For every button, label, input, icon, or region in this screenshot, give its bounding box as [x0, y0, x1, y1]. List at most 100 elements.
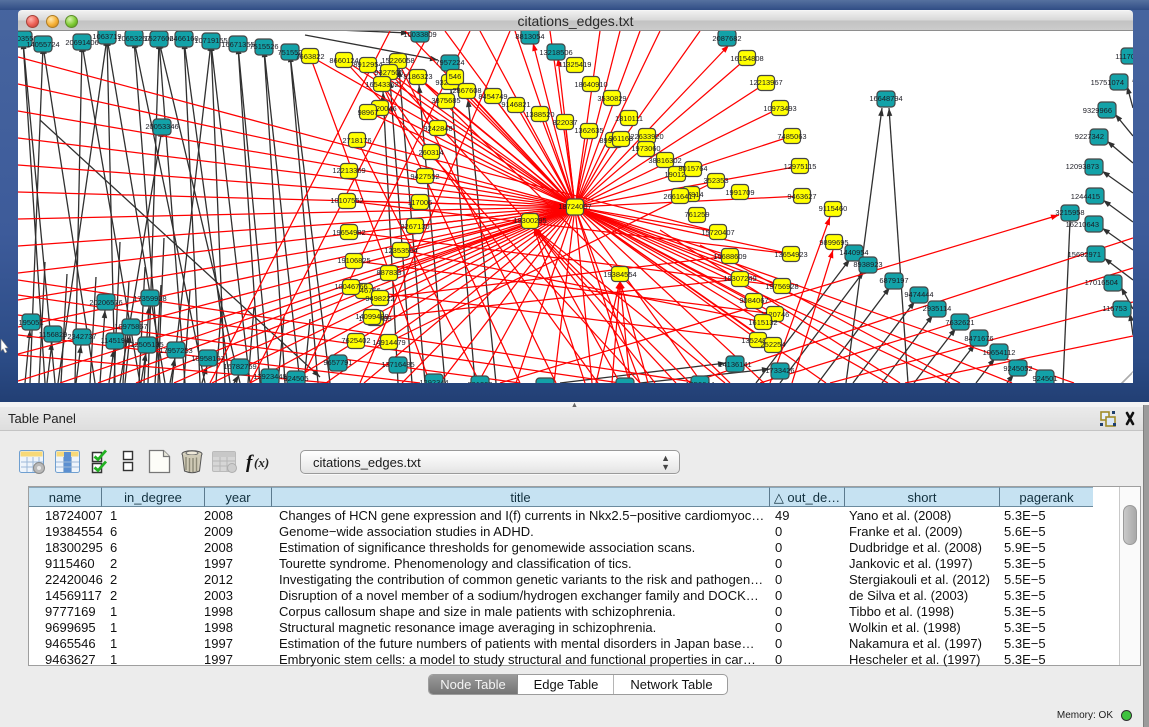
svg-text:2935114: 2935114: [923, 304, 952, 313]
svg-text:19654982: 19654982: [332, 228, 365, 237]
svg-text:260314: 260314: [418, 148, 443, 157]
svg-text:8813054: 8813054: [515, 32, 544, 41]
svg-text:13716485: 13716485: [381, 360, 414, 369]
svg-text:19756928: 19756928: [765, 282, 798, 291]
svg-text:9146821: 9146821: [501, 100, 530, 109]
svg-text:38816302: 38816302: [648, 156, 681, 165]
svg-text:9084067: 9084067: [739, 296, 768, 305]
svg-text:15692971: 15692971: [1068, 250, 1101, 259]
svg-text:98967: 98967: [358, 108, 379, 117]
svg-text:19384554: 19384554: [603, 270, 636, 279]
svg-text:16210643: 16210643: [1066, 220, 1099, 229]
svg-text:(x): (x): [254, 455, 269, 470]
svg-text:16033809: 16033809: [403, 31, 436, 39]
svg-text:6879197: 6879197: [879, 276, 908, 285]
svg-text:7632621: 7632621: [945, 318, 974, 327]
svg-text:1810111: 1810111: [615, 114, 643, 123]
svg-text:1388520: 1388520: [525, 110, 554, 119]
svg-text:887833: 887833: [376, 268, 401, 277]
svg-text:1615132: 1615132: [748, 318, 777, 327]
svg-text:1440954: 1440954: [839, 248, 868, 257]
svg-text:12093873: 12093873: [1066, 162, 1099, 171]
svg-text:13218506: 13218506: [539, 48, 572, 57]
svg-text:17957253: 17957253: [159, 346, 192, 355]
svg-text:18300295: 18300295: [513, 216, 546, 225]
svg-text:14136141: 14136141: [718, 360, 751, 369]
svg-text:2342737: 2342737: [67, 332, 96, 341]
svg-text:12213369: 12213369: [332, 166, 365, 175]
svg-text:8938923: 8938923: [853, 260, 882, 269]
svg-text:12213967: 12213967: [749, 78, 782, 87]
svg-text:1156829: 1156829: [39, 330, 68, 339]
svg-text:9115460: 9115460: [819, 204, 848, 213]
svg-text:9227342: 9227342: [1075, 132, 1104, 141]
svg-text:16648794: 16648794: [869, 94, 902, 103]
svg-text:11325419: 11325419: [559, 60, 592, 69]
svg-text:10688609: 10688609: [713, 252, 746, 261]
svg-text:10107552: 10107552: [330, 196, 363, 205]
svg-text:9474444: 9474444: [904, 290, 933, 299]
svg-text:7663822: 7663822: [295, 52, 324, 61]
svg-text:15226058: 15226058: [381, 56, 414, 65]
svg-text:1733426: 1733426: [765, 366, 794, 375]
svg-text:7625402: 7625402: [341, 336, 370, 345]
svg-text:7957224: 7957224: [435, 58, 464, 67]
svg-text:7515526: 7515526: [249, 42, 278, 51]
svg-text:10654112: 10654112: [983, 348, 1016, 357]
svg-text:16782759: 16782759: [223, 362, 256, 371]
svg-text:9329966: 9329966: [1083, 106, 1112, 115]
svg-text:12353554: 12353554: [384, 246, 417, 255]
svg-text:8267130: 8267130: [400, 222, 429, 231]
svg-text:9463627: 9463627: [787, 192, 816, 201]
svg-text:3875685: 3875685: [431, 96, 460, 105]
svg-text:1244415: 1244415: [1071, 192, 1100, 201]
svg-text:546: 546: [449, 72, 462, 81]
svg-text:13654923: 13654923: [774, 250, 807, 259]
svg-text:9242848: 9242848: [423, 124, 452, 133]
svg-text:14055724: 14055724: [26, 40, 59, 49]
svg-text:18724007: 18724007: [558, 202, 591, 211]
svg-text:104522: 104522: [612, 382, 637, 383]
svg-text:117006: 117006: [408, 198, 432, 207]
svg-text:2718176: 2718176: [342, 136, 371, 145]
svg-text:10975867: 10975867: [114, 322, 147, 331]
svg-text:991203: 991203: [467, 380, 492, 383]
svg-text:1973060: 1973060: [631, 144, 660, 153]
svg-text:16154808: 16154808: [730, 54, 763, 63]
svg-text:195051: 195051: [18, 318, 43, 327]
svg-text:1145194: 1145194: [101, 336, 130, 345]
svg-text:11170: 11170: [1115, 52, 1133, 61]
svg-text:1356644: 1356644: [685, 380, 714, 383]
svg-text:18307249: 18307249: [723, 274, 756, 283]
svg-text:14914479: 14914479: [372, 338, 405, 347]
svg-text:17359928: 17359928: [133, 294, 166, 303]
svg-text:10046766: 10046766: [334, 282, 367, 291]
svg-text:772031: 772031: [532, 382, 557, 383]
svg-text:761259: 761259: [684, 210, 709, 219]
svg-text:3530829: 3530829: [597, 94, 626, 103]
svg-text:20053346: 20053346: [145, 122, 178, 131]
svg-text:924501: 924501: [1032, 374, 1057, 383]
svg-text:1292344: 1292344: [419, 378, 448, 383]
svg-text:924505: 924505: [283, 374, 308, 383]
svg-text:8015764: 8015764: [678, 164, 707, 173]
svg-text:15751074: 15751074: [1091, 78, 1124, 87]
svg-text:17016504: 17016504: [1085, 278, 1118, 287]
svg-text:12975115: 12975115: [784, 162, 817, 171]
svg-text:3215958: 3215958: [1055, 208, 1084, 217]
svg-text:10958107: 10958107: [191, 354, 224, 363]
svg-text:2867608: 2867608: [452, 86, 481, 95]
svg-text:2087682: 2087682: [712, 34, 741, 43]
svg-text:116753: 116753: [1103, 304, 1127, 313]
svg-text:9498222: 9498222: [365, 294, 394, 303]
svg-text:1362635: 1362635: [574, 126, 603, 135]
svg-text:9899695: 9899695: [819, 238, 848, 247]
svg-text:26616417: 26616417: [663, 192, 696, 201]
svg-text:20206576: 20206576: [89, 298, 122, 307]
svg-text:15720407: 15720407: [701, 228, 734, 237]
svg-text:f: f: [246, 452, 254, 473]
svg-text:9245052: 9245052: [1003, 364, 1032, 373]
svg-text:10973493: 10973493: [763, 104, 796, 113]
svg-text:18640910: 18640910: [574, 80, 607, 89]
svg-text:8471676: 8471676: [964, 334, 993, 343]
